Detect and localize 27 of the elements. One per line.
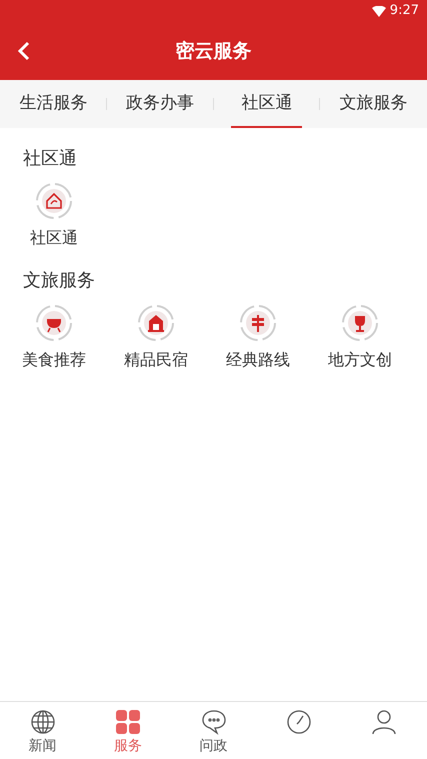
service-label[interactable]: 社区通: [30, 226, 78, 250]
category-tab[interactable]: 政务办事: [124, 80, 196, 128]
category-tab[interactable]: 生活服务: [17, 80, 90, 128]
wifi-icon: [372, 6, 386, 16]
service-label[interactable]: 地方文创: [328, 348, 392, 372]
clock-time: 9:27: [390, 2, 419, 20]
globe-icon: [30, 709, 56, 735]
nav-tab[interactable]: 服务: [85, 702, 171, 759]
category-tab[interactable]: 社区通: [231, 80, 302, 128]
service-label[interactable]: 经典路线: [226, 348, 290, 372]
section-title: 文旅服务: [23, 269, 96, 293]
service-icon[interactable]: [341, 304, 379, 342]
grid-icon: [115, 709, 142, 735]
section-title: 社区通: [23, 147, 78, 171]
category-tab[interactable]: 文旅服务: [338, 80, 410, 128]
dial-icon: [286, 709, 312, 735]
service-label[interactable]: 美食推荐: [22, 348, 86, 372]
service-icon[interactable]: [35, 304, 73, 342]
service-icon[interactable]: [239, 304, 277, 342]
chat-icon: [200, 709, 227, 735]
service-label[interactable]: 精品民宿: [124, 348, 188, 372]
service-icon[interactable]: [137, 304, 175, 342]
person-icon: [371, 709, 398, 735]
service-icon[interactable]: [35, 182, 73, 220]
page-title: 密云服务: [176, 38, 252, 64]
nav-tab[interactable]: 新闻: [0, 702, 86, 759]
nav-tab[interactable]: 问政: [170, 702, 256, 759]
